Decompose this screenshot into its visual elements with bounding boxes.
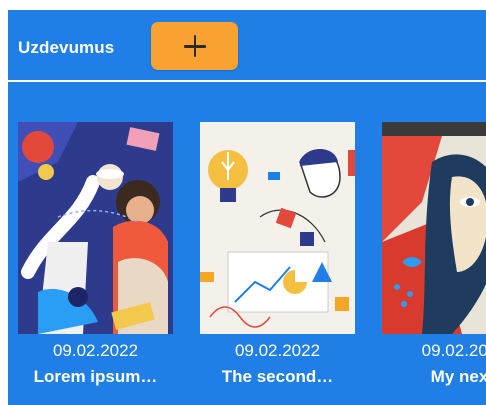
task-date: 09.02.2022 bbox=[234, 341, 321, 360]
task-cover-image bbox=[382, 122, 486, 334]
task-list: 09.02.2022 Lorem ipsum… 09.02.2022 The s… bbox=[8, 82, 486, 405]
task-date: 09.02.202 bbox=[421, 341, 486, 360]
task-title: The second… bbox=[221, 367, 334, 386]
task-cover-image bbox=[200, 122, 355, 334]
task-title: Lorem ipsum… bbox=[33, 367, 158, 386]
task-cover-image bbox=[18, 122, 173, 334]
task-date: 09.02.2022 bbox=[52, 341, 139, 360]
plus-icon bbox=[183, 35, 206, 57]
task-title: My nex bbox=[430, 367, 486, 386]
app-screen: Uzdevumus 09.02.2022 Lorem ipsum… 09.02.… bbox=[8, 10, 486, 405]
add-task-button[interactable] bbox=[151, 22, 238, 70]
page-title: Uzdevumus bbox=[18, 38, 115, 57]
app-header: Uzdevumus bbox=[8, 10, 486, 80]
